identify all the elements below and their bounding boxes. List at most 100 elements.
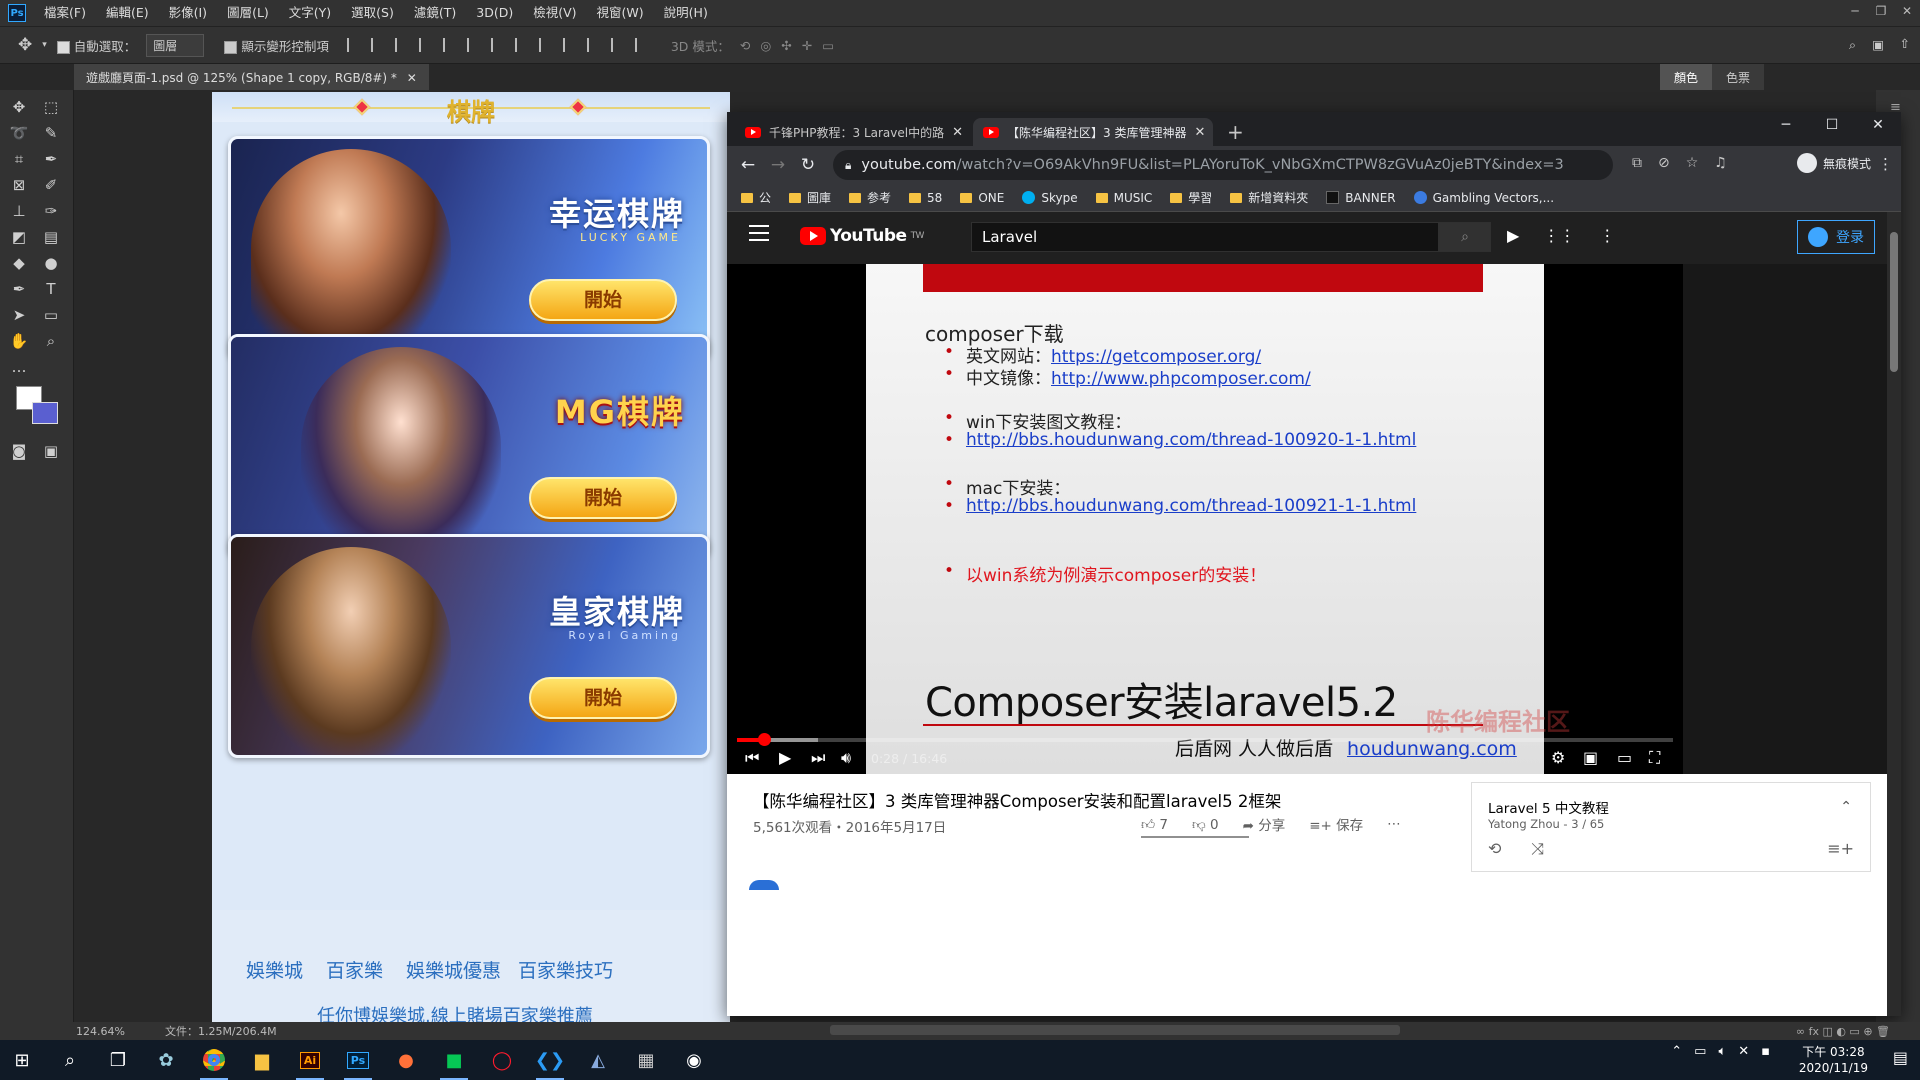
scrollbar-thumb[interactable] xyxy=(1890,232,1898,372)
crop-tool-icon[interactable]: ⌗ xyxy=(6,148,32,170)
page-scrollbar[interactable] xyxy=(1887,212,1901,1016)
signin-button[interactable]: 登录 xyxy=(1797,220,1875,254)
chrome-menu-icon[interactable]: ⋮ xyxy=(1878,155,1893,173)
opera-icon[interactable]: ◯ xyxy=(484,1046,520,1074)
menu-window[interactable]: 視窗(W) xyxy=(587,0,654,26)
type-tool-icon[interactable]: T xyxy=(38,278,64,300)
3d-slide-icon[interactable]: ✛ xyxy=(802,38,812,53)
notification-icon[interactable]: ▤ xyxy=(1893,1048,1908,1067)
canvas-hscrollbar[interactable] xyxy=(830,1025,1400,1035)
address-bar[interactable]: 🔒︎ youtube.com/watch?v=O69AkVhn9FU&list=… xyxy=(833,150,1613,180)
footer-link-casino-promo[interactable]: 娛樂城優惠 xyxy=(406,956,501,983)
blur-tool-icon[interactable]: ◆ xyxy=(6,252,32,274)
bookmark-folder[interactable]: 参考 xyxy=(849,189,891,206)
star-icon[interactable]: ☆ xyxy=(1686,155,1699,171)
line-icon[interactable]: ■ xyxy=(436,1046,472,1080)
bookmark-folder[interactable]: 圖庫 xyxy=(789,189,831,206)
more-actions-icon[interactable]: ⋯ xyxy=(1387,816,1401,832)
footer-link-baccarat-tips[interactable]: 百家樂技巧 xyxy=(518,956,613,983)
new-tab-icon[interactable]: + xyxy=(1227,120,1244,144)
tab-color[interactable]: 顏色 xyxy=(1659,64,1712,91)
frame-tool-icon[interactable]: ⊠ xyxy=(6,174,32,196)
history-brush-tool-icon[interactable]: ✑ xyxy=(38,200,64,222)
bookmark-gambling-vectors[interactable]: Gambling Vectors,... xyxy=(1413,191,1554,205)
start-button[interactable]: 開始 xyxy=(529,279,677,321)
calculator-icon[interactable]: ▦ xyxy=(628,1046,664,1074)
close-icon[interactable]: ✕ xyxy=(407,71,417,85)
file-explorer-icon[interactable]: ▆ xyxy=(244,1046,280,1074)
bookmark-banner[interactable]: BANNER xyxy=(1326,191,1396,205)
apps-grid-icon[interactable]: ⋮⋮ xyxy=(1543,226,1575,245)
menu-edit[interactable]: 編輯(E) xyxy=(96,0,159,26)
hand-tool-icon[interactable]: ✋ xyxy=(6,330,32,352)
path-select-tool-icon[interactable]: ➤ xyxy=(6,304,32,326)
bookmark-skype[interactable]: Skype xyxy=(1022,191,1078,205)
share-button[interactable]: ➦ 分享 xyxy=(1243,814,1286,834)
chevron-up-icon[interactable]: ⌃ xyxy=(1840,799,1852,815)
footer-link-casino[interactable]: 娛樂城 xyxy=(246,956,303,983)
gradient-tool-icon[interactable]: ▤ xyxy=(38,226,64,248)
menu-file[interactable]: 檔案(F) xyxy=(34,0,96,26)
menu-help[interactable]: 說明(H) xyxy=(654,0,718,26)
dislike-button[interactable]: 👎︎ 0 xyxy=(1192,816,1219,833)
back-icon[interactable]: ← xyxy=(733,155,763,175)
maximize-icon[interactable]: ☐ xyxy=(1809,112,1855,138)
menu-type[interactable]: 文字(Y) xyxy=(279,0,341,26)
close-icon[interactable]: ✕ xyxy=(1855,112,1901,138)
volume-icon[interactable]: 🔊︎ xyxy=(841,748,851,768)
windows-start-icon[interactable]: ⊞ xyxy=(4,1046,40,1074)
network-icon[interactable]: ▭ xyxy=(1694,1044,1706,1059)
transform-controls-checkbox[interactable]: 顯示變形控制項 xyxy=(224,36,329,55)
3d-scale-icon[interactable]: ▭ xyxy=(822,38,834,53)
app-icon[interactable]: ✿ xyxy=(148,1046,184,1074)
workspace-icon[interactable]: ▣ xyxy=(1872,37,1884,52)
volume-icon[interactable]: 🔈︎ xyxy=(1718,1044,1726,1059)
vscode-icon[interactable]: ❮❯ xyxy=(532,1046,568,1080)
background-color-swatch[interactable] xyxy=(32,402,58,424)
create-video-icon[interactable]: ▶︎ xyxy=(1507,226,1519,245)
incognito-indicator[interactable]: 無痕模式 xyxy=(1796,153,1871,173)
move-tool-icon[interactable]: ✥ xyxy=(6,96,32,118)
bookmark-folder[interactable]: ONE xyxy=(960,191,1004,205)
miniplayer-icon[interactable]: ▣ xyxy=(1583,748,1598,767)
tray-app-icon[interactable]: ✕ xyxy=(1738,1044,1749,1059)
hamburger-menu-icon[interactable] xyxy=(749,225,769,241)
game-card-lucky[interactable]: 幸运棋牌 LUCKY GAME 開始 xyxy=(228,136,710,360)
youtube-logo[interactable]: YouTube TW xyxy=(800,226,924,246)
youtube-search-input[interactable]: Laravel xyxy=(971,222,1439,252)
playlist-panel[interactable]: Laravel 5 中文教程 Yatong Zhou - 3 / 65 ⌃ ⟲ … xyxy=(1471,782,1871,872)
distribute-left-icon[interactable] xyxy=(562,38,577,52)
minimize-icon[interactable]: ─ xyxy=(1763,112,1809,138)
illustrator-icon[interactable]: Ai xyxy=(292,1046,328,1080)
start-button[interactable]: 開始 xyxy=(529,477,677,519)
bookmark-folder[interactable]: 58 xyxy=(909,191,942,205)
dodge-tool-icon[interactable]: ● xyxy=(38,252,64,274)
eraser-tool-icon[interactable]: ◩ xyxy=(6,226,32,248)
auto-select-dropdown[interactable]: 圖層 xyxy=(146,33,205,57)
align-right-icon[interactable] xyxy=(466,38,481,52)
progress-bar[interactable] xyxy=(737,733,1673,746)
auto-select-checkbox[interactable]: 自動選取： xyxy=(56,36,136,55)
menu-layer[interactable]: 圖層(L) xyxy=(217,0,279,26)
like-button[interactable]: 👍︎ 7 xyxy=(1141,816,1168,833)
pen-tool-icon[interactable]: ✒ xyxy=(6,278,32,300)
shape-tool-icon[interactable]: ▭ xyxy=(38,304,64,326)
theater-mode-icon[interactable]: ▭ xyxy=(1617,748,1632,767)
menu-filter[interactable]: 濾鏡(T) xyxy=(404,0,466,26)
reload-icon[interactable]: ↻ xyxy=(793,155,823,175)
quick-mask-icon[interactable]: ◙ xyxy=(6,440,32,462)
translate-icon[interactable]: ⧉ xyxy=(1632,155,1642,171)
app-icon[interactable]: ◭ xyxy=(580,1046,616,1074)
brush-tool-icon[interactable]: ✐ xyxy=(38,174,64,196)
move-tool-icon[interactable]: ✥ xyxy=(18,35,32,55)
screen-mode-icon[interactable]: ▣ xyxy=(38,440,64,462)
quick-select-tool-icon[interactable]: ✎ xyxy=(38,122,64,144)
align-top-icon[interactable] xyxy=(346,38,361,52)
share-icon[interactable]: ⇧ xyxy=(1900,36,1910,51)
firefox-icon[interactable]: ● xyxy=(388,1046,424,1074)
eyedropper-tool-icon[interactable]: ✒ xyxy=(38,148,64,170)
settings-dots-icon[interactable]: ⋮ xyxy=(1599,226,1615,245)
close-tab-icon[interactable]: ✕ xyxy=(1194,125,1205,140)
menu-select[interactable]: 選取(S) xyxy=(341,0,404,26)
bookmark-folder[interactable]: 學習 xyxy=(1170,189,1212,206)
